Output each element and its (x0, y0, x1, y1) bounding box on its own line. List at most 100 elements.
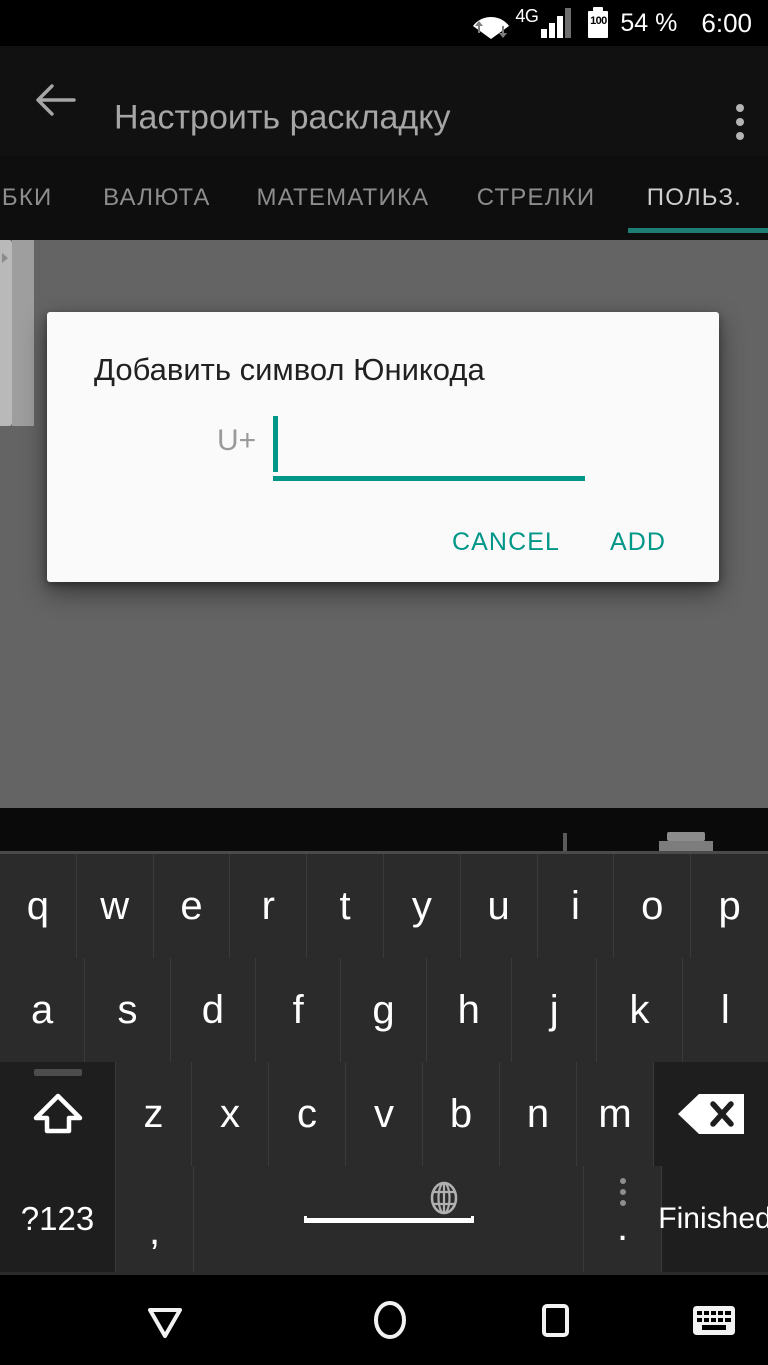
nav-keyboard-button[interactable] (660, 1275, 768, 1365)
key-label: n (526, 1091, 550, 1136)
key-i[interactable]: i (537, 854, 615, 958)
key-label: j (549, 987, 559, 1032)
key-label: x (220, 1091, 240, 1136)
keyboard-row-2[interactable]: asdfgh j k l (0, 958, 768, 1062)
key-u[interactable]: u (460, 854, 538, 958)
key-label: v (374, 1091, 394, 1136)
symbols-key[interactable]: ?123 (0, 1166, 116, 1272)
dialog-actions: CANCEL ADD (47, 504, 719, 582)
battery-level-text: 100 (590, 15, 607, 27)
shift-icon (33, 1093, 82, 1134)
action-key-finished[interactable]: Finished (658, 1166, 768, 1272)
key-h[interactable]: h (426, 958, 512, 1062)
key-d[interactable]: d (170, 958, 256, 1062)
key-j[interactable]: j (511, 958, 598, 1062)
keyboard-row-4[interactable]: ?123 , . Finished (0, 1166, 768, 1272)
page-title: Настроить раскладку (114, 98, 451, 137)
unicode-prefix-label: U+ (217, 424, 257, 457)
dialog-title: Добавить символ Юникода (94, 352, 485, 387)
nav-recents-button[interactable] (450, 1275, 660, 1365)
content-gap (0, 808, 768, 851)
add-unicode-dialog: Добавить символ Юникода U+ CANCEL ADD (47, 312, 719, 582)
status-bar: 4G 100 54 % 6:00 (0, 0, 768, 46)
shift-indicator (33, 1069, 82, 1076)
chevron-right-icon (2, 253, 8, 263)
text-cursor (273, 416, 278, 472)
key-c[interactable]: c (269, 1062, 346, 1166)
tab-active-indicator (628, 228, 768, 233)
key-label: Finished (658, 1202, 768, 1235)
key-n[interactable]: n (500, 1062, 577, 1166)
key-label: l (720, 987, 730, 1032)
tab-label: ОБКИ (0, 184, 53, 211)
key-w[interactable]: w (76, 854, 154, 958)
backspace-key[interactable] (654, 1062, 768, 1166)
key-label: k (629, 987, 650, 1032)
tab-math[interactable]: МАТЕМАТИКА (235, 156, 451, 240)
key-r[interactable]: r (230, 854, 308, 958)
back-arrow-icon[interactable] (30, 76, 78, 124)
key-label: w (100, 883, 130, 928)
input-underline (273, 476, 585, 481)
network-type-label: 4G (515, 5, 539, 26)
tab-label: ПОЛЬЗ. (646, 184, 743, 211)
battery-percent-label: 54 % (620, 8, 678, 37)
cancel-button[interactable]: CANCEL (452, 518, 560, 566)
key-o[interactable]: o (614, 854, 692, 958)
nav-home-button[interactable] (330, 1275, 450, 1365)
key-label: c (297, 1091, 317, 1136)
key-z[interactable]: z (116, 1062, 192, 1166)
tab-arrows[interactable]: СТРЕЛКИ (451, 156, 621, 240)
space-key[interactable] (194, 1166, 584, 1272)
key-label: z (143, 1091, 164, 1136)
period-key[interactable]: . (584, 1166, 662, 1272)
unicode-input-field[interactable]: U+ (217, 412, 617, 481)
keyboard-handle-artifact-2 (659, 841, 713, 851)
nav-back-triangle-icon (148, 1308, 182, 1338)
key-p[interactable]: p (691, 854, 768, 958)
globe-icon[interactable] (427, 1180, 461, 1225)
nav-back-button[interactable] (0, 1275, 330, 1365)
key-label: o (641, 883, 664, 928)
overflow-menu-icon[interactable] (736, 104, 744, 140)
key-label: b (449, 1091, 473, 1136)
more-dots-icon[interactable] (619, 1178, 626, 1206)
key-s[interactable]: s (85, 958, 171, 1062)
key-label: a (31, 987, 54, 1032)
key-l[interactable]: l (682, 958, 768, 1062)
app-bar: Настроить раскладку (0, 46, 768, 156)
key-k[interactable]: k (597, 958, 683, 1062)
key-label: d (201, 987, 224, 1032)
nav-home-circle-icon (374, 1301, 406, 1339)
key-f[interactable]: f (255, 958, 342, 1062)
keyboard-row-1[interactable]: qwertyuio p (0, 854, 768, 958)
nav-recents-square-icon (542, 1304, 569, 1337)
keyboard-top-artifact (563, 833, 567, 852)
nav-keyboard-icon (693, 1306, 735, 1335)
navigation-bar[interactable] (0, 1275, 768, 1365)
soft-keyboard[interactable]: qwertyuio p asdfgh j k l z x c v b n m ?123 … (0, 851, 768, 1275)
shift-key[interactable] (0, 1062, 116, 1166)
key-m[interactable]: m (577, 1062, 654, 1166)
key-a[interactable]: a (0, 958, 86, 1062)
keyboard-row-3[interactable]: z x c v b n m (0, 1062, 768, 1166)
key-v[interactable]: v (346, 1062, 423, 1166)
key-label: p (718, 883, 741, 928)
key-q[interactable]: q (0, 854, 77, 958)
wifi-icon (467, 6, 513, 40)
background-panel-edge (12, 240, 34, 426)
comma-key[interactable]: , (116, 1166, 194, 1272)
key-t[interactable]: t (307, 854, 384, 958)
add-button[interactable]: ADD (610, 518, 666, 566)
key-g[interactable]: g (341, 958, 427, 1062)
key-y[interactable]: y (383, 854, 461, 958)
key-label: r (261, 883, 275, 928)
key-e[interactable]: e (153, 854, 231, 958)
battery-icon: 100 (585, 7, 611, 39)
tab-brackets[interactable]: ОБКИ (0, 156, 79, 240)
key-label: h (457, 987, 480, 1032)
key-x[interactable]: x (192, 1062, 269, 1166)
tab-currency[interactable]: ВАЛЮТА (79, 156, 235, 240)
key-label: y (411, 883, 432, 928)
key-b[interactable]: b (423, 1062, 500, 1166)
